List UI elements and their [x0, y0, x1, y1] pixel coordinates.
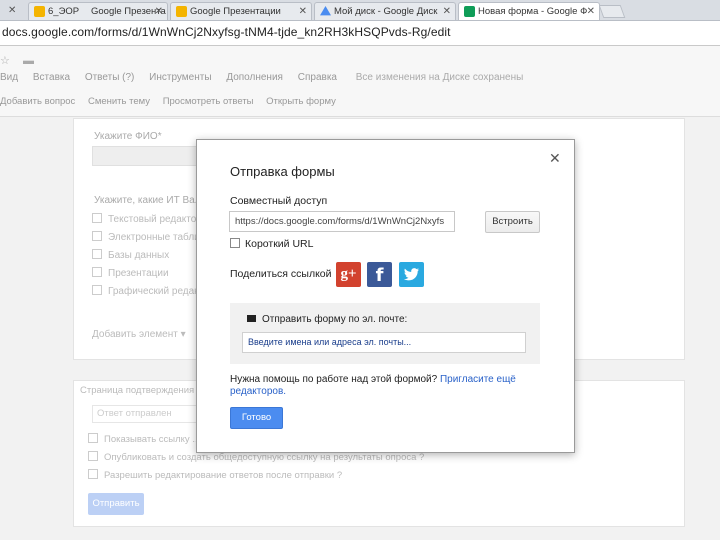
email-recipients-input[interactable]: Введите имена или адреса эл. почты... — [242, 332, 526, 353]
close-tab-icon[interactable]: ✕ — [8, 2, 16, 19]
share-via-label: Поделиться ссылкой — [230, 268, 332, 280]
folder-icon[interactable]: ▬ — [23, 55, 34, 67]
forms-header: ☆ ▬ Вид Вставка Ответы (?) Инструменты Д… — [0, 46, 720, 117]
google-slides-icon — [34, 6, 45, 17]
save-status: Все изменения на Диске сохранены — [355, 72, 524, 83]
change-theme-button[interactable]: Сменить тему — [88, 96, 150, 107]
browser-tab[interactable]: 6_ЭОР Google Презента ✕ — [28, 2, 168, 20]
checkbox-icon[interactable] — [88, 433, 98, 443]
facebook-icon[interactable]: f — [367, 262, 392, 287]
menu-item[interactable]: Вид — [0, 72, 18, 83]
checkbox-icon[interactable] — [88, 469, 98, 479]
header-icons: ☆ ▬ — [0, 54, 34, 67]
embed-button[interactable]: Встроить — [485, 211, 540, 233]
email-share-panel: Отправить форму по эл. почте: Введите им… — [230, 303, 540, 364]
menu-item[interactable]: Справка — [298, 72, 337, 83]
answer-field[interactable] — [92, 146, 199, 166]
view-responses-button[interactable]: Просмотреть ответы — [163, 96, 254, 107]
share-label: Совместный доступ — [230, 195, 328, 207]
share-link-field[interactable]: https://docs.google.com/forms/d/1WnWnCj2… — [229, 211, 455, 232]
option-item[interactable]: Электронные табли... — [92, 231, 208, 243]
close-tab-icon[interactable]: ✕ — [299, 3, 307, 20]
browser-tab-bar: ✕ 6_ЭОР Google Презента ✕ Google Презент… — [0, 0, 720, 21]
send-form-dialog: Отправка формы ✕ Совместный доступ https… — [196, 139, 575, 453]
close-icon[interactable]: ✕ — [549, 150, 561, 167]
menu-item[interactable]: Вставка — [33, 72, 70, 83]
new-tab-button[interactable] — [598, 5, 626, 18]
confirmation-option[interactable]: Показывать ссылку ... — [88, 433, 200, 445]
checkbox-icon[interactable] — [92, 231, 102, 241]
option-item[interactable]: Текстовый редактор — [92, 213, 202, 225]
email-label: Отправить форму по эл. почте: — [247, 314, 407, 325]
checkbox-icon[interactable] — [92, 213, 102, 223]
menu-bar: Вид Вставка Ответы (?) Инструменты Допол… — [0, 72, 535, 83]
checkbox-icon[interactable] — [92, 285, 102, 295]
envelope-icon — [247, 315, 256, 322]
dialog-title: Отправка формы — [230, 164, 335, 179]
menu-item[interactable]: Ответы (?) — [85, 72, 135, 83]
browser-tab[interactable]: Google Презентации ✕ — [170, 2, 312, 20]
google-plus-icon[interactable]: g+ — [336, 262, 361, 287]
option-item[interactable]: Презентации — [92, 267, 169, 279]
question-label: Укажите, какие ИТ Ва... — [94, 195, 204, 206]
confirmation-title: Страница подтверждения — [80, 385, 195, 396]
star-icon[interactable]: ☆ — [0, 55, 10, 67]
twitter-bird-icon — [404, 268, 419, 281]
google-forms-icon — [464, 6, 475, 17]
confirmation-option[interactable]: Разрешить редактирование ответов после о… — [88, 469, 342, 481]
google-slides-icon — [176, 6, 187, 17]
browser-tab-active[interactable]: Новая форма - Google Ф ✕ — [458, 2, 600, 20]
option-item[interactable]: Графический редак... — [92, 285, 207, 297]
address-bar[interactable]: docs.google.com/forms/d/1WnWnCj2Nxyfsg-t… — [0, 21, 720, 46]
browser-tab[interactable]: Мой диск - Google Диск ✕ — [314, 2, 456, 20]
done-button[interactable]: Готово — [230, 407, 283, 429]
add-question-button[interactable]: Добавить вопрос — [0, 96, 75, 107]
twitter-icon[interactable] — [399, 262, 424, 287]
close-tab-icon[interactable]: ✕ — [443, 3, 451, 20]
menu-item[interactable]: Дополнения — [226, 72, 283, 83]
url-text[interactable]: docs.google.com/forms/d/1WnWnCj2Nxyfsg-t… — [2, 25, 451, 39]
checkbox-icon[interactable] — [92, 249, 102, 259]
close-tab-icon[interactable]: ✕ — [155, 3, 163, 20]
checkbox-icon[interactable] — [230, 238, 240, 248]
short-url-option[interactable]: Короткий URL — [230, 238, 313, 250]
google-drive-icon — [320, 6, 331, 16]
menu-item[interactable]: Инструменты — [149, 72, 211, 83]
option-item[interactable]: Базы данных — [92, 249, 169, 261]
checkbox-icon[interactable] — [92, 267, 102, 277]
forms-toolbar: Добавить вопрос Сменить тему Просмотреть… — [0, 96, 346, 107]
submit-button[interactable]: Отправить — [88, 493, 144, 515]
add-item-button[interactable]: Добавить элемент ▾ — [92, 329, 186, 340]
close-tab-icon[interactable]: ✕ — [587, 3, 595, 20]
help-text: Нужна помощь по работе над этой формой? … — [230, 374, 516, 397]
open-form-button[interactable]: Открыть форму — [266, 96, 336, 107]
checkbox-icon[interactable] — [88, 451, 98, 461]
question-label: Укажите ФИО* — [94, 131, 162, 142]
